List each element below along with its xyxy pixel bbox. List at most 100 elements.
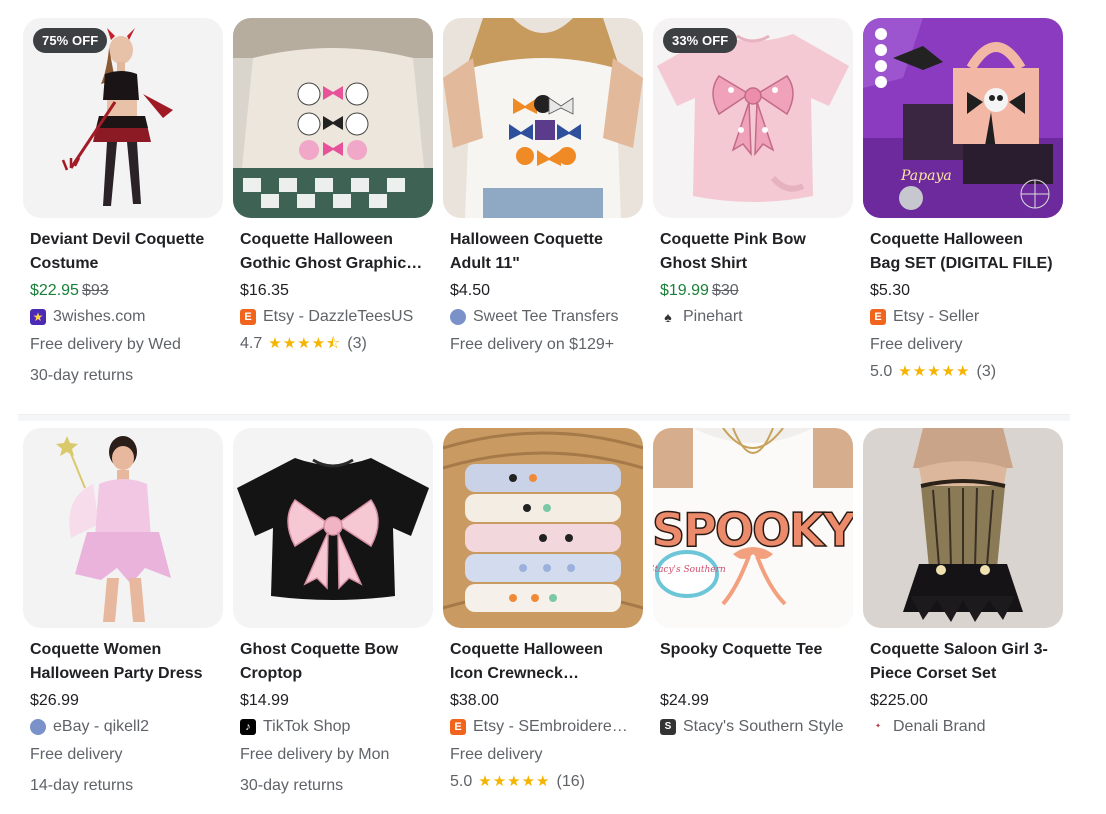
seller[interactable]: Sweet Tee Transfers bbox=[450, 306, 636, 328]
seller-name: Etsy - SEmbroidereDesigns bbox=[473, 718, 636, 735]
product-image[interactable] bbox=[443, 18, 643, 218]
product-image[interactable]: 75% OFF bbox=[23, 18, 223, 218]
seller-name: Denali Brand bbox=[893, 718, 986, 735]
price: $4.50 bbox=[450, 282, 491, 299]
product-title[interactable]: Coquette Women Halloween Party Dress bbox=[30, 638, 216, 686]
product-title[interactable]: Ghost Coquette Bow Croptop bbox=[240, 638, 426, 686]
price: $24.99 bbox=[660, 692, 709, 709]
rating: 4.7 ★★★★⯪ (3) bbox=[240, 333, 426, 355]
original-price: $93 bbox=[81, 282, 109, 299]
product-card[interactable]: Coquette Halloween Gothic Ghost Graphic … bbox=[233, 18, 433, 355]
stacys-logo: Stacy's Southern bbox=[653, 565, 726, 575]
product-title[interactable]: Deviant Devil Coquette Costume bbox=[30, 228, 216, 276]
product-card[interactable]: Coquette Women Halloween Party Dress $26… bbox=[23, 428, 223, 797]
product-title[interactable]: Halloween Coquette Adult 11" bbox=[450, 228, 636, 276]
stacys-favicon-icon: S bbox=[660, 719, 676, 735]
etsy-favicon-icon: E bbox=[450, 719, 466, 735]
price-row: $5.30 bbox=[870, 280, 1056, 302]
product-image[interactable] bbox=[23, 428, 223, 628]
etsy-favicon-icon: E bbox=[240, 309, 256, 325]
product-card[interactable]: Coquette Saloon Girl 3-Piece Corset Set … bbox=[863, 428, 1063, 738]
price-row: $24.99 bbox=[660, 690, 846, 712]
price: $26.99 bbox=[30, 692, 79, 709]
seller-name: TikTok Shop bbox=[263, 718, 351, 735]
etsy-favicon-icon: E bbox=[870, 309, 886, 325]
globe-favicon-icon bbox=[450, 309, 466, 325]
price-row: $22.95 $93 bbox=[30, 280, 216, 302]
star-rating-icon: ★★★★⯪ bbox=[268, 335, 342, 352]
price-row: $225.00 bbox=[870, 690, 1056, 712]
product-image[interactable] bbox=[863, 428, 1063, 628]
rating-value: 5.0 bbox=[450, 773, 473, 790]
review-count: (3) bbox=[976, 363, 997, 380]
crewneck-stack-photo bbox=[443, 428, 643, 628]
sale-price: $22.95 bbox=[30, 282, 79, 299]
product-image[interactable] bbox=[233, 428, 433, 628]
corset-set-photo bbox=[863, 428, 1063, 628]
price: $14.99 bbox=[240, 692, 289, 709]
denali-favicon-icon: ✦ bbox=[870, 719, 886, 735]
price-row: $14.99 bbox=[240, 690, 426, 712]
star-rating-icon: ★★★★★ bbox=[478, 773, 551, 790]
price: $38.00 bbox=[450, 692, 499, 709]
seller[interactable]: eBay - qikell2 bbox=[30, 716, 216, 738]
price-row: $26.99 bbox=[30, 690, 216, 712]
halloween-bag-set-photo: Papaya bbox=[863, 18, 1063, 218]
star-rating-icon: ★★★★★ bbox=[898, 363, 971, 380]
product-card[interactable]: Papaya Coquette Halloween Bag SET (DIGIT… bbox=[863, 18, 1063, 383]
seller[interactable]: S Stacy's Southern Style bbox=[660, 716, 846, 738]
product-image[interactable]: 33% OFF bbox=[653, 18, 853, 218]
shopping-results-panel: 75% OFF Deviant Devil Coquette Costume $… bbox=[18, 0, 1070, 814]
product-image[interactable] bbox=[233, 18, 433, 218]
returns-info: 14-day returns bbox=[30, 777, 134, 794]
product-card[interactable]: 75% OFF Deviant Devil Coquette Costume $… bbox=[23, 18, 223, 387]
pine-favicon-icon: ♠ bbox=[660, 309, 676, 325]
seller[interactable]: ♠ Pinehart bbox=[660, 306, 846, 328]
product-title[interactable]: Coquette Halloween Bag SET (DIGITAL FILE… bbox=[870, 228, 1056, 276]
halloween-coquette-tee-photo bbox=[443, 18, 643, 218]
bow-croptop-photo bbox=[233, 428, 433, 628]
delivery-info: Free delivery bbox=[870, 336, 963, 353]
review-count: (16) bbox=[556, 773, 585, 790]
seller-name: Etsy - Seller bbox=[893, 308, 980, 325]
returns-info: 30-day returns bbox=[30, 367, 134, 384]
price: $16.35 bbox=[240, 282, 289, 299]
seller-name: Stacy's Southern Style bbox=[683, 718, 844, 735]
sale-price: $19.99 bbox=[660, 282, 709, 299]
seller-name: eBay - qikell2 bbox=[53, 718, 150, 735]
rating-value: 5.0 bbox=[870, 363, 893, 380]
spooky-tee-photo: SPOOKY Stacy's Southern bbox=[653, 428, 853, 628]
rating: 5.0 ★★★★★ (16) bbox=[450, 771, 636, 793]
product-title[interactable]: Coquette Halloween Gothic Ghost Graphic … bbox=[240, 228, 426, 276]
product-image[interactable]: SPOOKY Stacy's Southern bbox=[653, 428, 853, 628]
rating: 5.0 ★★★★★ (3) bbox=[870, 361, 1056, 383]
seller[interactable]: E Etsy - DazzleTeesUS bbox=[240, 306, 426, 328]
review-count: (3) bbox=[347, 335, 367, 352]
product-card[interactable]: Coquette Halloween Icon Crewneck Sweatsh… bbox=[443, 428, 643, 793]
delivery-info: Free delivery by Wed bbox=[30, 336, 181, 353]
product-title[interactable]: Coquette Halloween Icon Crewneck Sweatsh… bbox=[450, 638, 636, 686]
product-card[interactable]: Halloween Coquette Adult 11" $4.50 Sweet… bbox=[443, 18, 643, 356]
product-title[interactable]: Coquette Saloon Girl 3-Piece Corset Set bbox=[870, 638, 1056, 686]
price: $5.30 bbox=[870, 282, 911, 299]
seller-name: Pinehart bbox=[683, 308, 743, 325]
seller[interactable]: ★ 3wishes.com bbox=[30, 306, 216, 328]
returns-info: 30-day returns bbox=[240, 777, 344, 794]
row-divider bbox=[18, 414, 1070, 421]
product-card[interactable]: 33% OFF Coquette Pink Bow Ghost Shirt $1… bbox=[653, 18, 853, 328]
product-card[interactable]: SPOOKY Stacy's Southern Spooky Coquette … bbox=[653, 428, 853, 738]
original-price: $30 bbox=[711, 282, 739, 299]
tiktok-favicon-icon: ♪ bbox=[240, 719, 256, 735]
seller[interactable]: ♪ TikTok Shop bbox=[240, 716, 426, 738]
product-image[interactable]: Papaya bbox=[863, 18, 1063, 218]
seller[interactable]: E Etsy - SEmbroidereDesigns bbox=[450, 716, 636, 738]
ghost-graphic-tee-photo bbox=[233, 18, 433, 218]
product-title[interactable]: Coquette Pink Bow Ghost Shirt bbox=[660, 228, 846, 276]
discount-badge: 75% OFF bbox=[33, 28, 108, 53]
product-image[interactable] bbox=[443, 428, 643, 628]
seller[interactable]: ✦ Denali Brand bbox=[870, 716, 1056, 738]
product-title[interactable]: Spooky Coquette Tee bbox=[660, 638, 846, 686]
product-card[interactable]: Ghost Coquette Bow Croptop $14.99 ♪ TikT… bbox=[233, 428, 433, 797]
delivery-info: Free delivery bbox=[450, 746, 543, 763]
seller[interactable]: E Etsy - Seller bbox=[870, 306, 1056, 328]
